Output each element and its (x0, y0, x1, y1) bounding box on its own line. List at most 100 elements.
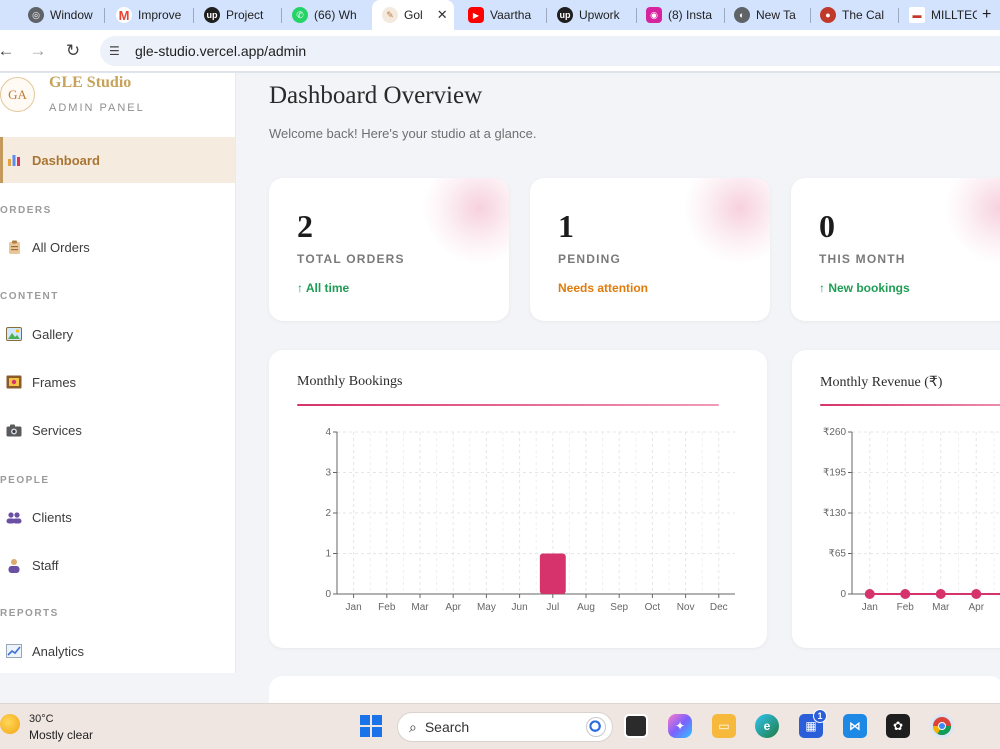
x-tick-label: Jul (546, 602, 559, 613)
x-tick-label: Oct (645, 602, 661, 613)
sidebar-item-dashboard[interactable]: Dashboard (0, 137, 235, 183)
browser-tab[interactable]: ✆ (66) Wh (284, 0, 368, 30)
browser-tab[interactable]: M Improve (108, 0, 188, 30)
camera-icon (5, 422, 23, 438)
sidebar-item-frames[interactable]: Frames (0, 359, 235, 405)
browser-tab[interactable]: up Project (196, 0, 276, 30)
y-tick-label: 0 (840, 589, 846, 600)
url-text: gle-studio.vercel.app/admin (135, 43, 307, 59)
vscode-icon[interactable]: ⋈ (843, 714, 867, 738)
monthly-revenue-card: Monthly Revenue (₹) 0 ₹65 ₹130 ₹195 ₹260 Jan F… (792, 350, 1000, 648)
taskbar-search[interactable]: ⌕ Search (397, 712, 613, 742)
search-icon: ⌕ (409, 718, 417, 735)
staff-icon (5, 557, 23, 573)
browser-tab-strip: ◎ Window M Improve up Project ✆ (66) Wh … (0, 0, 1000, 30)
x-tick-label: Dec (710, 602, 728, 613)
sidebar-item-services[interactable]: Services (0, 407, 235, 453)
clipboard-icon (5, 239, 23, 255)
browser-tab[interactable]: ● The Cal (812, 0, 898, 30)
frame-icon (5, 374, 23, 390)
weather-temperature[interactable]: 30°C (29, 713, 54, 725)
stat-hint: ↑ All time (297, 281, 350, 295)
data-point (971, 589, 982, 599)
tab-close-icon[interactable]: ✕ (437, 7, 448, 23)
browser-tab-active[interactable]: ✎ Gol ✕ (372, 0, 454, 30)
weather-icon[interactable] (0, 714, 20, 734)
browser-tab[interactable]: ◐ New Ta (726, 0, 810, 30)
stat-card-pending: 1 PENDING Needs attention (530, 178, 770, 321)
browser-tab[interactable]: up Upwork (549, 0, 633, 30)
taskbar: 30°C Mostly clear ⌕ Search ✦ ▭ e ▦ 1 ⋈ ✿ (0, 703, 1000, 749)
weather-description[interactable]: Mostly clear (29, 728, 93, 742)
sidebar-item-all-orders[interactable]: All Orders (0, 224, 235, 270)
data-point (864, 589, 875, 599)
forward-icon[interactable]: → (26, 39, 50, 63)
browser-tab[interactable]: ◉ (8) Insta (638, 0, 724, 30)
x-tick-label: Nov (677, 602, 695, 613)
browser-toolbar: ← → ↻ ☰ gle-studio.vercel.app/admin (0, 30, 1000, 72)
figma-icon[interactable]: ✿ (886, 714, 910, 738)
file-explorer-icon[interactable]: ▭ (712, 714, 736, 738)
stat-value: 0 (819, 208, 835, 244)
x-tick-label: Apr (968, 602, 984, 613)
nav-section-reports: REPORTS (0, 608, 59, 619)
x-tick-label: Feb (378, 602, 396, 613)
picture-icon (5, 326, 23, 342)
task-view-icon[interactable] (624, 714, 648, 738)
brand-name: GLE Studio (49, 74, 132, 91)
x-tick-label: Mar (932, 602, 950, 613)
y-tick-label: 3 (325, 468, 331, 479)
back-icon[interactable]: ← (0, 39, 18, 63)
copilot-icon[interactable]: ✦ (668, 714, 692, 738)
store-badge: 1 (813, 709, 827, 723)
x-tick-label: Mar (411, 602, 429, 613)
browser-tab[interactable]: ▬ MILLTEC (901, 0, 977, 30)
sidebar-item-staff[interactable]: Staff (0, 542, 235, 588)
y-tick-label: 4 (325, 427, 331, 438)
x-tick-label: Jan (346, 602, 362, 613)
windows-start-icon[interactable] (359, 714, 383, 738)
sidebar: GA GLE Studio ADMIN PANEL Dashboard ORDE… (0, 73, 236, 673)
new-tab-button[interactable]: + (978, 0, 1000, 30)
sidebar-item-clients[interactable]: Clients (0, 494, 235, 540)
x-tick-label: Jun (512, 602, 528, 613)
y-tick-label: ₹65 (829, 549, 847, 560)
upwork-icon: up (204, 7, 220, 23)
page-title: Dashboard Overview (269, 82, 483, 109)
chrome-taskbar-icon[interactable] (930, 714, 954, 738)
cake-icon: ● (820, 7, 836, 23)
sidebar-item-analytics[interactable]: Analytics (0, 628, 235, 674)
globe-icon: ◎ (28, 7, 44, 23)
brand-subtitle: ADMIN PANEL (49, 102, 145, 114)
browser-tab[interactable]: ▶ Vaartha (460, 0, 542, 30)
nav-section-people: PEOPLE (0, 475, 50, 486)
milltec-icon: ▬ (909, 7, 925, 23)
upwork-icon: up (557, 7, 573, 23)
whatsapp-icon: ✆ (292, 7, 308, 23)
monthly-revenue-chart: 0 ₹65 ₹130 ₹195 ₹260 Jan Feb Mar Apr (823, 427, 1000, 613)
x-tick-label: Apr (445, 602, 461, 613)
site-settings-icon[interactable]: ☰ (109, 44, 125, 58)
admin-app: GA GLE Studio ADMIN PANEL Dashboard ORDE… (0, 73, 1000, 703)
edge-icon[interactable]: e (755, 714, 779, 738)
browser-tab[interactable]: ◎ Window (20, 0, 98, 30)
nav-section-orders: ORDERS (0, 205, 52, 216)
address-bar[interactable]: ☰ gle-studio.vercel.app/admin (100, 36, 1000, 66)
stat-value: 1 (558, 208, 574, 244)
y-tick-label: 2 (325, 508, 331, 519)
stat-value: 2 (297, 208, 313, 244)
line-chart-icon (5, 643, 23, 659)
monthly-bookings-chart: 0 1 2 3 4 Jan Feb Mar Apr May Jun Jul Aug Sep Oct Nov De… (325, 427, 735, 613)
brand-avatar: GA (0, 77, 35, 112)
stat-card-total-orders: 2 TOTAL ORDERS ↑ All time (269, 178, 509, 321)
youtube-icon: ▶ (468, 7, 484, 23)
x-tick-label: Sep (610, 602, 628, 613)
reload-icon[interactable]: ↻ (61, 39, 85, 63)
search-highlight-icon (586, 717, 606, 737)
stat-hint: ↑ New bookings (819, 281, 910, 295)
x-tick-label: Aug (577, 602, 595, 613)
stat-label: PENDING (558, 252, 622, 266)
bar-chart-icon (5, 152, 23, 168)
sidebar-item-gallery[interactable]: Gallery (0, 311, 235, 357)
instagram-icon: ◉ (646, 7, 662, 23)
